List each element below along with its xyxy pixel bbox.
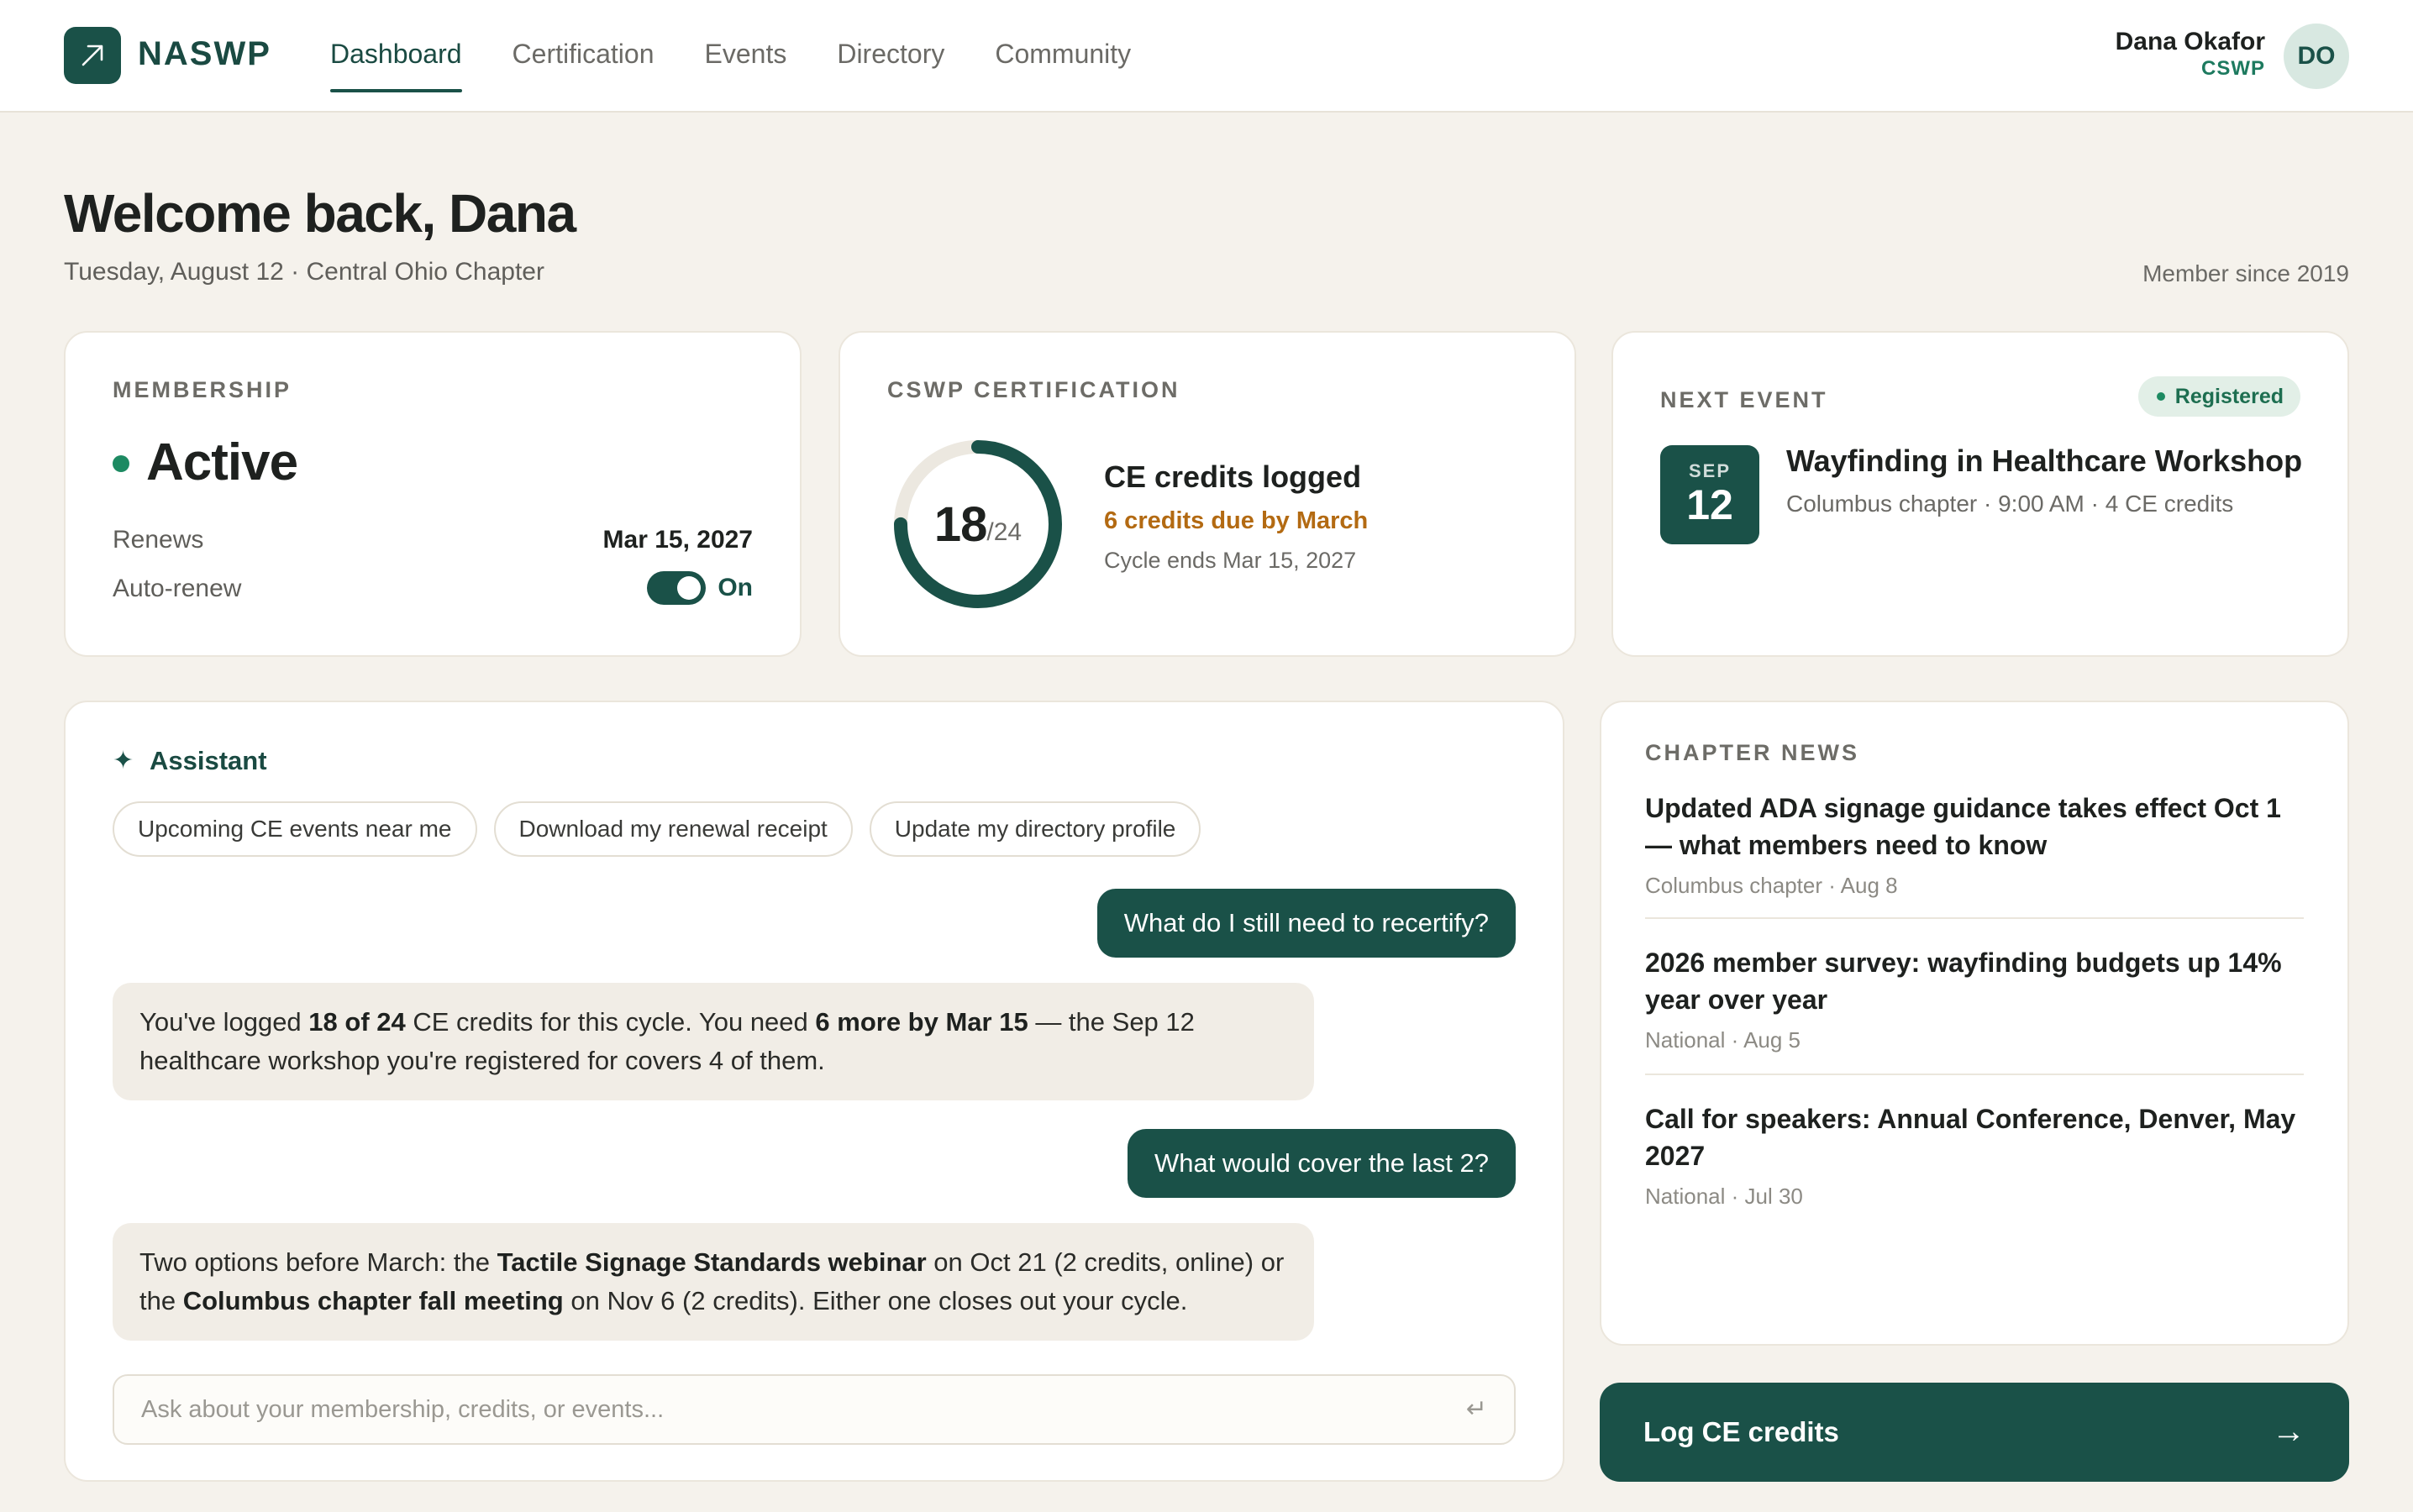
event-month: SEP [1688, 460, 1732, 481]
assistant-message: Two options before March: the Tactile Si… [113, 1223, 1314, 1341]
user-name[interactable]: Dana Okafor [2116, 27, 2265, 57]
chip-update-profile[interactable]: Update my directory profile [869, 801, 1201, 857]
assistant-message: You've logged 18 of 24 CE credits for th… [113, 983, 1314, 1100]
chat-input[interactable] [141, 1376, 1401, 1443]
news-item[interactable]: 2026 member survey: wayfinding budgets u… [1645, 944, 2304, 1053]
news-title[interactable]: Call for speakers: Annual Conference, De… [1645, 1100, 2304, 1174]
certification-label: CSWP CERTIFICATION [887, 377, 1180, 402]
logo-arrow-icon[interactable] [64, 27, 121, 84]
registered-badge: Registered [2137, 376, 2300, 417]
membership-label: MEMBERSHIP [113, 377, 292, 402]
arrow-right-icon: → [2272, 1413, 2305, 1450]
tab-events[interactable]: Events [705, 34, 787, 84]
message-text: You've logged [139, 1007, 309, 1037]
event-meta: Columbus chapter · 9:00 AM · 4 CE credit… [1786, 491, 2234, 517]
renews-label: Renews [113, 526, 204, 554]
user-credential: CSWP [2201, 57, 2265, 80]
auto-renew-state: On [718, 574, 753, 601]
message-bold-text: 18 of 24 [308, 1007, 406, 1037]
chip-upcoming-ce-events[interactable]: Upcoming CE events near me [113, 801, 477, 857]
main-nav: Dashboard Certification Events Directory… [330, 34, 1181, 92]
dashboard-page: NASWP Dashboard Certification Events Dir… [0, 0, 2413, 1512]
message-text: Two options before March: the [139, 1247, 497, 1277]
enter-icon[interactable]: ↵ [1466, 1394, 1487, 1425]
membership-card: MEMBERSHIP Active Renews Mar 15, 2027 Au… [64, 331, 802, 657]
message-bold-text: Columbus chapter fall meeting [182, 1286, 564, 1315]
date-chapter-line: Tuesday, August 12 · Central Ohio Chapte… [64, 258, 544, 286]
event-date-tile: SEP 12 [1660, 445, 1759, 544]
badge-dot [2156, 392, 2165, 401]
next-event-card[interactable]: NEXT EVENT Registered SEP 12 Wayfinding … [1611, 331, 2349, 657]
tab-dashboard[interactable]: Dashboard [330, 34, 462, 92]
news-meta: National · Jul 30 [1645, 1184, 1803, 1209]
chip-download-receipt[interactable]: Download my renewal receipt [493, 801, 853, 857]
news-title[interactable]: Updated ADA signage guidance takes effec… [1645, 790, 2304, 864]
user-message: What do I still need to recertify? [1096, 889, 1516, 958]
message-text: CE credits for this cycle. You need [405, 1007, 816, 1037]
credits-due-warning: 6 credits due by March [1104, 507, 1369, 534]
chat-input-box: ↵ [113, 1374, 1516, 1445]
assistant-title: Assistant [150, 746, 267, 775]
log-ce-credits-button[interactable]: Log CE credits → [1600, 1383, 2349, 1482]
message-bold-text: 6 more by Mar 15 [815, 1007, 1028, 1037]
page-title: Welcome back, Dana [64, 183, 576, 244]
event-day: 12 [1686, 481, 1733, 528]
news-item[interactable]: Call for speakers: Annual Conference, De… [1645, 1100, 2304, 1210]
membership-status: Active [146, 433, 298, 491]
credits-logged-number: 18 [933, 496, 988, 552]
tab-certification[interactable]: Certification [513, 34, 655, 84]
toggle-knob [677, 576, 701, 600]
credits-required-number: /24 [986, 518, 1023, 546]
status-dot [113, 455, 129, 472]
member-since-text: Member since 2019 [2142, 260, 2349, 286]
sparkle-icon: ✦ [113, 747, 134, 774]
tab-community[interactable]: Community [995, 34, 1131, 84]
assistant-panel: ✦ Assistant Upcoming CE events near me D… [64, 701, 1564, 1482]
credits-count: 18 /24 [889, 435, 1067, 613]
message-bold-text: Tactile Signage Standards webinar [497, 1247, 927, 1277]
chapter-news-card: CHAPTER NEWS Updated ADA signage guidanc… [1600, 701, 2349, 1346]
brand-name[interactable]: NASWP [138, 34, 271, 74]
news-meta: National · Aug 5 [1645, 1027, 1801, 1053]
top-navigation-bar: NASWP Dashboard Certification Events Dir… [0, 0, 2413, 113]
renews-date: Mar 15, 2027 [602, 526, 753, 554]
message-text: on Nov 6 (2 credits). Either one closes … [563, 1286, 1188, 1315]
tab-directory[interactable]: Directory [837, 34, 944, 84]
log-ce-credits-label: Log CE credits [1643, 1416, 1839, 1447]
auto-renew-toggle[interactable] [647, 571, 706, 605]
divider [1645, 917, 2304, 919]
cycle-end-date: Cycle ends Mar 15, 2027 [1104, 548, 1357, 573]
next-event-label: NEXT EVENT [1660, 387, 1828, 412]
credits-title: CE credits logged [1104, 459, 1362, 494]
news-meta: Columbus chapter · Aug 8 [1645, 873, 1898, 898]
divider [1645, 1074, 2304, 1075]
auto-renew-label: Auto-renew [113, 575, 242, 602]
avatar[interactable]: DO [2284, 24, 2349, 89]
event-title[interactable]: Wayfinding in Healthcare Workshop [1786, 442, 2302, 480]
certification-card: CSWP CERTIFICATION 18 /24 CE credits log… [839, 331, 1576, 657]
news-item[interactable]: Updated ADA signage guidance takes effec… [1645, 790, 2304, 899]
news-title[interactable]: 2026 member survey: wayfinding budgets u… [1645, 944, 2304, 1018]
chapter-news-label: CHAPTER NEWS [1645, 740, 1860, 765]
suggestion-chips: Upcoming CE events near me Download my r… [113, 801, 1201, 857]
badge-text: Registered [2174, 385, 2284, 408]
user-message: What would cover the last 2? [1127, 1129, 1516, 1198]
